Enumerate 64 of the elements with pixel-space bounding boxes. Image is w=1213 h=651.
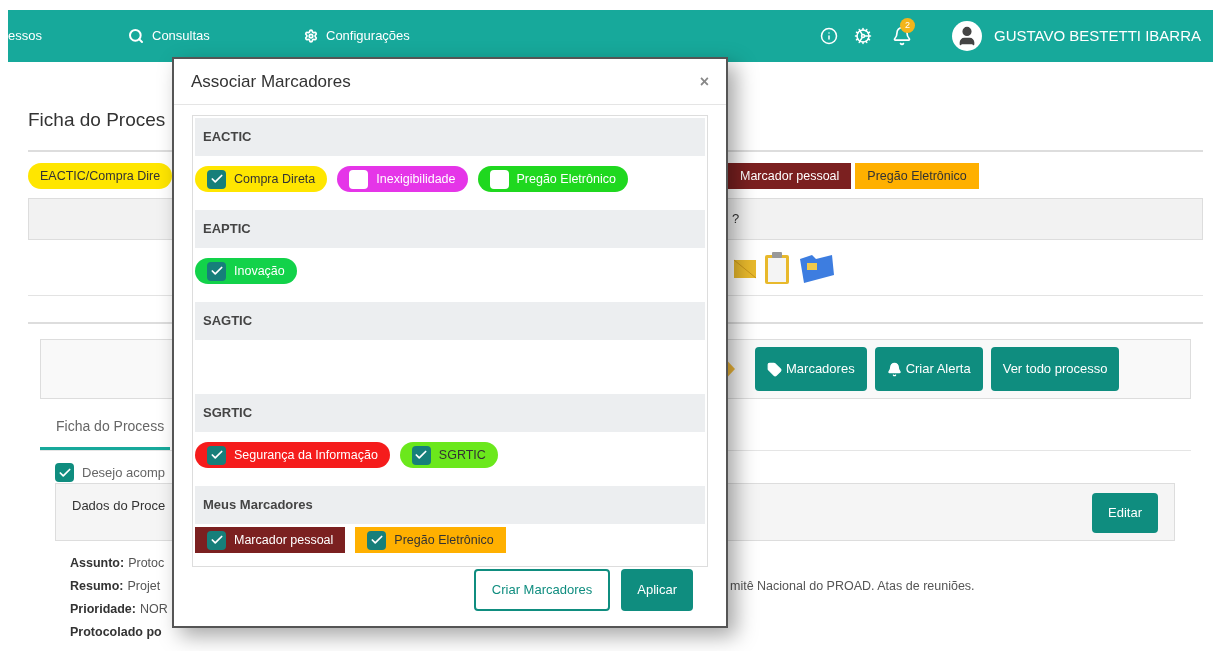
nav-link[interactable]: Consultas	[128, 26, 304, 46]
tag[interactable]: SGRTIC	[399, 442, 498, 468]
modal-button[interactable]: Criar Marcadores	[473, 569, 611, 611]
field-label: Protocolado po	[70, 623, 162, 641]
nav-link[interactable]: Configurações	[304, 26, 480, 46]
notification-badge: 2	[900, 18, 915, 33]
tag: Pregão Eletrônico	[855, 163, 979, 189]
nav-link[interactable]: essos	[8, 26, 128, 46]
gears-icon[interactable]	[854, 27, 872, 45]
check-icon	[209, 448, 224, 462]
modal-title: Associar Marcadores	[191, 70, 351, 93]
field-label: Assunto:	[70, 554, 125, 572]
search-icon	[128, 28, 144, 44]
gear-icon	[304, 29, 318, 43]
tag: Marcador pessoal	[728, 163, 852, 189]
edit-button[interactable]: Editar	[1092, 492, 1158, 533]
checkbox[interactable]	[207, 445, 226, 465]
tag[interactable]: Compra Direta	[195, 166, 328, 192]
action-button[interactable]: Ver todo processo	[990, 347, 1120, 391]
action-button[interactable]: Criar Alerta	[874, 347, 983, 391]
check-icon	[369, 533, 384, 547]
tag[interactable]: Marcador pessoal	[195, 527, 346, 553]
tag[interactable]: Segurança da Informação	[195, 442, 390, 468]
clipboard-icon[interactable]	[764, 250, 790, 285]
tag[interactable]: Pregão Eletrônico	[355, 527, 506, 553]
checkbox[interactable]	[411, 445, 431, 465]
tab[interactable]: Ficha do Process	[40, 411, 170, 450]
bell-icon[interactable]	[892, 26, 912, 46]
field-value: Projet	[127, 577, 161, 595]
group-header: Meus Marcadores	[195, 486, 705, 524]
checkbox[interactable]	[207, 530, 226, 550]
tag-icon	[767, 361, 782, 377]
checkbox[interactable]	[367, 530, 387, 550]
group-header: SGRTIC	[195, 394, 705, 432]
field-value: NOR	[140, 600, 168, 618]
checkbox[interactable]	[207, 169, 226, 189]
tag[interactable]: Inexigibilidade	[337, 166, 468, 192]
action-button[interactable]: Marcadores	[755, 347, 867, 391]
checkbox[interactable]	[207, 261, 226, 281]
checkbox[interactable]	[55, 463, 74, 483]
check-icon	[209, 172, 224, 186]
field-label: Resumo:	[70, 577, 124, 595]
checkbox-label: Desejo acomp	[82, 464, 166, 482]
field-value: Protoc	[128, 554, 165, 572]
user-name[interactable]: GUSTAVO BESTETTI IBARRA	[994, 24, 1201, 48]
page-title: Ficha do Proces	[28, 107, 166, 132]
tag: EACTIC/Compra Dire	[28, 163, 173, 189]
question-text: ?	[732, 210, 740, 229]
checkbox[interactable]	[349, 169, 369, 189]
field-value: mitê Nacional do PROAD. Atas de reuniões.	[730, 577, 975, 595]
info-icon[interactable]	[820, 27, 838, 45]
modal-button[interactable]: Aplicar	[621, 569, 693, 611]
check-icon	[414, 448, 429, 462]
check-icon	[209, 533, 224, 547]
close-button[interactable]: ×	[699, 69, 709, 94]
bell-icon	[886, 361, 902, 377]
checkbox[interactable]	[489, 169, 509, 189]
panel-title: Dados do Proce	[72, 496, 166, 515]
group-header: EACTIC	[195, 118, 705, 156]
group-header: EAPTIC	[195, 210, 705, 248]
avatar-icon[interactable]	[952, 21, 982, 51]
field-label: Prioridade:	[70, 600, 136, 618]
check-icon	[209, 264, 224, 278]
group-header: SAGTIC	[195, 302, 705, 340]
